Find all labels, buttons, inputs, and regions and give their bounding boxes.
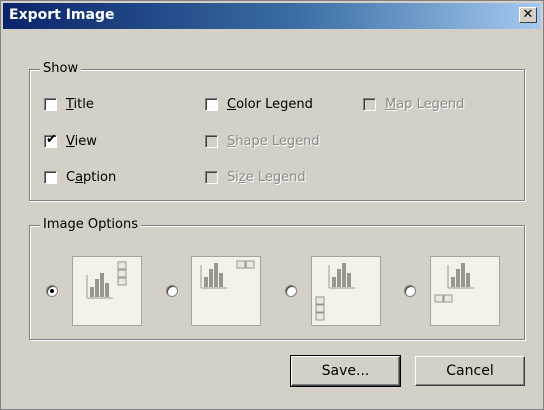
show-group-legend: Show bbox=[40, 61, 82, 76]
title-label: Title bbox=[66, 96, 94, 112]
layout-radio-2[interactable] bbox=[166, 285, 178, 297]
layout-radio-1[interactable] bbox=[46, 285, 58, 297]
close-button[interactable]: ✕ bbox=[519, 7, 537, 23]
checkbox-box: ✔ bbox=[44, 131, 57, 148]
radio-selected-dot bbox=[50, 289, 54, 293]
checkbox-box bbox=[44, 170, 57, 184]
layout-preview-legend-bottom-left[interactable] bbox=[311, 256, 381, 326]
image-options-group: Image Options bbox=[29, 217, 525, 340]
view-label: View bbox=[66, 133, 97, 149]
layout-preview-legend-bottom-horizontal[interactable] bbox=[430, 256, 500, 326]
title-bar[interactable]: Export Image ✕ bbox=[3, 3, 541, 29]
caption-checkbox[interactable]: Caption bbox=[44, 168, 116, 186]
cancel-button[interactable]: Cancel bbox=[415, 356, 525, 386]
shape-legend-checkbox[interactable]: Shape Legend bbox=[205, 132, 320, 150]
layout-preview-legend-right[interactable] bbox=[72, 256, 142, 326]
checkbox-box bbox=[205, 170, 218, 184]
size-legend-label: Size Legend bbox=[227, 169, 306, 185]
color-legend-checkbox[interactable]: Color Legend bbox=[205, 95, 313, 113]
show-group: Show Title ✔ View Caption Color Legend S… bbox=[29, 61, 525, 201]
size-legend-checkbox[interactable]: Size Legend bbox=[205, 168, 306, 186]
checkmark-icon: ✔ bbox=[46, 131, 57, 147]
checkbox-box bbox=[363, 97, 376, 111]
dialog-title: Export Image bbox=[9, 7, 115, 23]
caption-label: Caption bbox=[66, 169, 117, 185]
layout-4-icon bbox=[434, 263, 474, 303]
shape-legend-label: Shape Legend bbox=[227, 133, 320, 149]
title-checkbox[interactable]: Title bbox=[44, 95, 94, 113]
layout-radio-4[interactable] bbox=[404, 285, 416, 297]
map-legend-label: Map Legend bbox=[385, 96, 465, 112]
layout-radio-3[interactable] bbox=[285, 285, 297, 297]
color-legend-label: Color Legend bbox=[227, 96, 313, 112]
layout-preview-legend-top[interactable] bbox=[191, 256, 261, 326]
layout-1-icon bbox=[86, 261, 127, 299]
close-icon: ✕ bbox=[522, 7, 534, 22]
map-legend-checkbox[interactable]: Map Legend bbox=[363, 95, 464, 113]
layout-2-icon bbox=[200, 260, 255, 289]
image-options-legend: Image Options bbox=[40, 217, 142, 232]
save-button[interactable]: Save... bbox=[290, 355, 401, 387]
export-image-dialog: Export Image ✕ Show Title ✔ View Caption… bbox=[0, 0, 544, 410]
view-checkbox[interactable]: ✔ View bbox=[44, 132, 97, 150]
checkbox-box bbox=[44, 97, 57, 111]
layout-3-icon bbox=[315, 263, 355, 321]
checkbox-box bbox=[205, 97, 218, 111]
checkbox-box bbox=[205, 134, 218, 148]
